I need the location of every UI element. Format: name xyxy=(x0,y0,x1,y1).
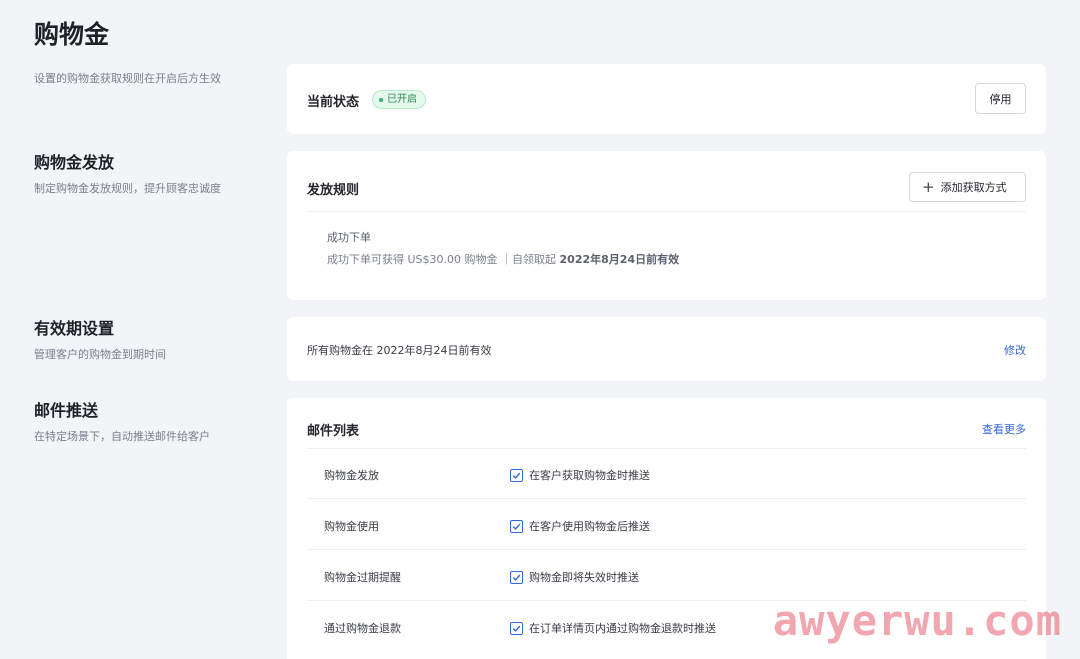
email-section-desc: 在特定场景下，自动推送邮件给客户 xyxy=(34,430,210,443)
plus-icon: + xyxy=(922,177,935,196)
status-badge: 已开启 xyxy=(372,90,426,109)
issuance-section-desc: 制定购物金发放规则，提升顾客忠诚度 xyxy=(34,182,221,195)
mail-name: 购物金发放 xyxy=(324,469,379,482)
page-title: 购物金 xyxy=(34,20,110,49)
edit-validity-link[interactable]: 修改 xyxy=(1004,342,1026,358)
validity-text: 所有购物金在 2022年8月24日前有效 xyxy=(307,344,492,357)
checkbox-checked-icon[interactable] xyxy=(510,621,523,635)
view-more-link[interactable]: 查看更多 xyxy=(982,421,1026,437)
row-divider xyxy=(307,498,1026,499)
disable-button[interactable]: 停用 xyxy=(975,83,1026,114)
checkbox-checked-icon[interactable] xyxy=(510,519,523,533)
watermark: awyerwu.com xyxy=(772,596,1062,645)
mail-check-label: 在客户获取购物金时推送 xyxy=(529,469,650,482)
rule-desc-expiry: 2022年8月24日前有效 xyxy=(559,253,680,266)
email-section-title: 邮件推送 xyxy=(34,401,99,420)
issuance-card: 发放规则 + 添加获取方式 成功下单 成功下单可获得 US$30.00 购物金 … xyxy=(287,151,1046,300)
validity-section-title: 有效期设置 xyxy=(34,319,115,338)
mail-checkbox-group[interactable]: 在客户获取购物金时推送 xyxy=(510,467,650,483)
issuance-section-title: 购物金发放 xyxy=(34,153,115,172)
rule-desc-text: 成功下单可获得 US$30.00 购物金 ｜自领取起 xyxy=(327,253,557,266)
checkbox-checked-icon[interactable] xyxy=(510,570,523,584)
mail-check-label: 在订单详情页内通过购物金退款时推送 xyxy=(529,622,716,635)
mail-name: 通过购物金退款 xyxy=(324,622,401,635)
validity-card: 所有购物金在 2022年8月24日前有效 修改 xyxy=(287,317,1046,381)
add-method-button[interactable]: + 添加获取方式 xyxy=(909,172,1026,202)
mail-row: 购物金发放 在客户获取购物金时推送 xyxy=(307,449,1026,499)
issuance-divider xyxy=(307,211,1026,212)
status-card: 当前状态 已开启 停用 xyxy=(287,64,1046,134)
mail-check-label: 在客户使用购物金后推送 xyxy=(529,520,650,533)
mail-name: 购物金使用 xyxy=(324,520,379,533)
status-dot-icon xyxy=(379,97,383,102)
validity-section-desc: 管理客户的购物金到期时间 xyxy=(34,348,166,361)
mail-row: 购物金过期提醒 购物金即将失效时推送 xyxy=(307,551,1026,601)
rule-desc: 成功下单可获得 US$30.00 购物金 ｜自领取起 2022年8月24日前有效 xyxy=(327,251,679,267)
status-badge-text: 已开启 xyxy=(387,94,417,105)
rule-name: 成功下单 xyxy=(327,231,371,244)
issuance-card-title: 发放规则 xyxy=(307,183,360,198)
mail-row: 购物金使用 在客户使用购物金后推送 xyxy=(307,500,1026,550)
email-card-title: 邮件列表 xyxy=(307,424,360,439)
status-label: 当前状态 xyxy=(307,95,360,110)
row-divider xyxy=(307,549,1026,550)
mail-checkbox-group[interactable]: 在订单详情页内通过购物金退款时推送 xyxy=(510,620,716,636)
mail-name: 购物金过期提醒 xyxy=(324,571,401,584)
mail-checkbox-group[interactable]: 购物金即将失效时推送 xyxy=(510,569,639,585)
mail-checkbox-group[interactable]: 在客户使用购物金后推送 xyxy=(510,518,650,534)
checkbox-checked-icon[interactable] xyxy=(510,468,523,482)
page-subtitle: 设置的购物金获取规则在开启后方生效 xyxy=(34,72,221,85)
mail-check-label: 购物金即将失效时推送 xyxy=(529,571,639,584)
add-method-label: 添加获取方式 xyxy=(940,181,1007,194)
